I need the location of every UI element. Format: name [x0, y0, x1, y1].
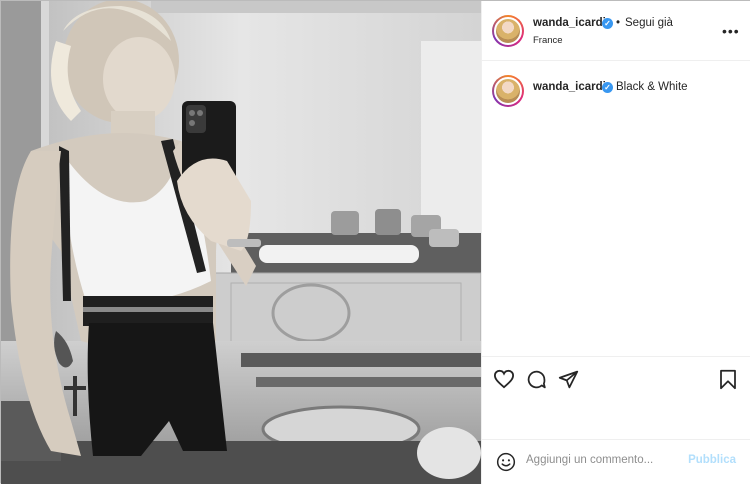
- caption-text: Black & White: [616, 81, 688, 93]
- comment-bar: Aggiungi un commento... Pubblica: [482, 439, 750, 484]
- caption-username-link[interactable]: wanda_icardi: [533, 81, 606, 93]
- caption-verified-badge-icon: ✓: [602, 82, 613, 93]
- avatar[interactable]: [492, 15, 524, 47]
- location-link[interactable]: France: [533, 35, 563, 46]
- publish-button[interactable]: Pubblica: [688, 454, 736, 466]
- heart-icon[interactable]: [493, 369, 515, 389]
- comment-input[interactable]: Aggiungi un commento...: [526, 454, 653, 466]
- post-photo[interactable]: [1, 1, 481, 484]
- caption-avatar[interactable]: [492, 75, 524, 107]
- bookmark-icon[interactable]: [719, 369, 737, 390]
- post-photo-image: [1, 1, 481, 484]
- post-sidebar: wanda_icardi ✓ • Segui già France ••• wa…: [481, 1, 750, 484]
- comment-icon[interactable]: [526, 369, 547, 390]
- smiley-icon[interactable]: [496, 452, 516, 472]
- following-button[interactable]: Segui già: [625, 17, 673, 29]
- post-actions: [482, 356, 750, 406]
- paper-plane-icon[interactable]: [558, 369, 579, 390]
- more-options-icon[interactable]: •••: [722, 23, 740, 39]
- verified-badge-icon: ✓: [602, 18, 613, 29]
- instagram-post-modal: wanda_icardi ✓ • Segui già France ••• wa…: [0, 0, 750, 484]
- username-link[interactable]: wanda_icardi: [533, 17, 606, 29]
- post-header: wanda_icardi ✓ • Segui già France •••: [482, 1, 750, 61]
- header-separator: •: [616, 17, 621, 29]
